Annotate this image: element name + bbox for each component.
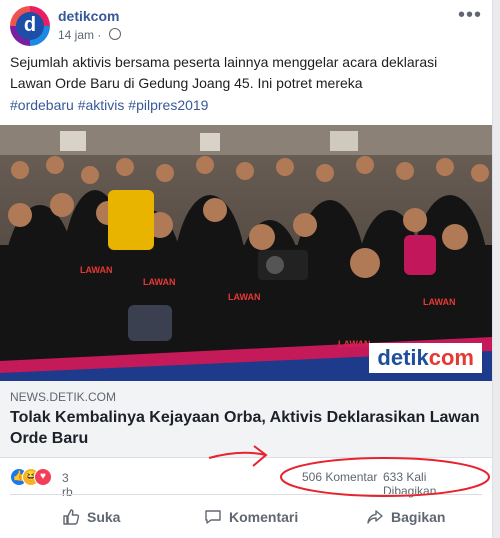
post-stats: 👍 😆 ♥ 3 rb 506 Komentar 633 Kali Dibagik… [10,466,482,499]
share-button[interactable]: Bagikan [366,500,445,534]
comment-button[interactable]: Komentari [204,500,298,534]
link-title[interactable]: Tolak Kembalinya Kejayaan Orba, Aktivis … [10,407,480,449]
post-time[interactable]: 14 jam [58,28,94,42]
stats-divider [10,494,482,495]
post-header: d detikcom 14 jam · ••• [10,4,490,46]
action-bar: Suka Komentari Bagikan [0,500,492,534]
avatar-letter: d [16,12,44,40]
love-reaction-icon: ♥ [34,468,52,486]
post-meta: 14 jam · [58,28,121,42]
more-options-button[interactable]: ••• [458,4,482,27]
post-text: Sejumlah aktivis bersama peserta lainnya… [10,54,438,91]
post-hashtags[interactable]: #ordebaru #aktivis #pilpres2019 [10,97,208,113]
shirt-text: LAWAN [143,277,176,287]
like-button[interactable]: Suka [62,500,120,534]
facebook-post-card: d detikcom 14 jam · ••• Sejumlah aktivis… [0,0,493,538]
shirt-text: LAWAN [80,265,113,275]
link-preview[interactable]: NEWS.DETIK.COM Tolak Kembalinya Kejayaan… [0,381,492,458]
comment-icon [205,510,221,524]
comment-label: Komentari [229,509,299,525]
detikcom-watermark: detikcom [369,343,482,373]
page-avatar[interactable]: d [10,6,50,46]
shirt-text: LAWAN [228,292,261,302]
post-photo[interactable]: LAWAN LAWAN LAWAN LAWAN LAWAN detikcom [0,125,492,381]
globe-icon [108,28,121,40]
like-icon [63,509,80,525]
shirt-text: LAWAN [423,297,456,307]
comment-count-link[interactable]: 506 Komentar [302,470,377,484]
like-label: Suka [87,509,121,525]
share-icon [367,510,383,524]
link-domain: NEWS.DETIK.COM [10,390,117,404]
page-name-link[interactable]: detikcom [58,8,119,24]
share-label: Bagikan [391,509,446,525]
